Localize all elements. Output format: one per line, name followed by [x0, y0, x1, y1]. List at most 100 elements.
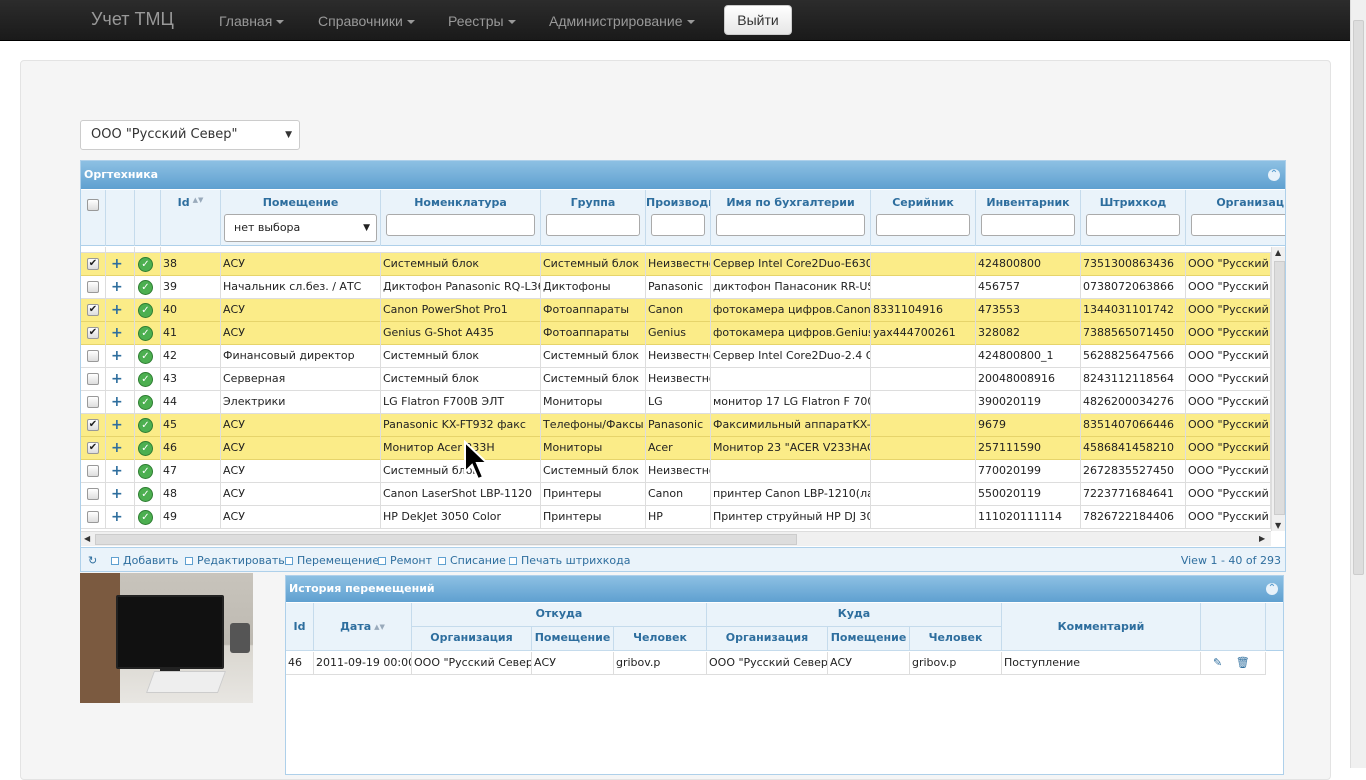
repair-button[interactable]: Ремонт: [378, 548, 432, 571]
brand-title[interactable]: Учет ТМЦ: [91, 9, 174, 30]
grid-vertical-scrollbar[interactable]: ▲ ▼: [1271, 247, 1285, 531]
expand-plus-icon[interactable]: +: [111, 299, 123, 321]
collapse-icon[interactable]: ⌃: [1268, 169, 1280, 181]
table-row[interactable]: + ✓ 39 Начальник сл.без. / АТС Диктофон Pana…: [81, 276, 1271, 299]
cell-serial: [871, 345, 976, 368]
table-row[interactable]: + ✓ 48 АСУ Canon LaserShot LBP-1120 Принтеры C…: [81, 483, 1271, 506]
delete-icon[interactable]: 🗑: [1236, 656, 1250, 669]
refresh-icon[interactable]: ↻: [88, 548, 97, 571]
expand-plus-icon[interactable]: +: [111, 391, 123, 413]
history-col-date[interactable]: Дата ▲▼: [314, 603, 412, 651]
table-row[interactable]: + ✓ 47 АСУ Системный блок Системный блок Неизв…: [81, 460, 1271, 483]
history-col-to-person[interactable]: Человек: [910, 627, 1002, 651]
edit-icon[interactable]: ✎: [1213, 656, 1222, 669]
add-button[interactable]: Добавить: [111, 548, 178, 571]
expand-plus-icon[interactable]: +: [111, 506, 123, 528]
history-col-from-person[interactable]: Человек: [614, 627, 707, 651]
expand-plus-icon[interactable]: +: [111, 368, 123, 390]
menu-registers[interactable]: Реестры: [448, 13, 516, 29]
row-checkbox[interactable]: [87, 465, 99, 477]
table-row[interactable]: [81, 247, 1271, 253]
header-nomenclature[interactable]: Номенклатура: [381, 190, 541, 246]
filter-maker-input[interactable]: [651, 214, 705, 236]
filter-inventory-input[interactable]: [981, 214, 1075, 236]
header-organization[interactable]: Организац: [1186, 190, 1285, 246]
cell-group: Системный блок: [541, 345, 646, 368]
row-checkbox[interactable]: [87, 373, 99, 385]
row-checkbox[interactable]: ✔: [87, 327, 99, 339]
history-col-from-room[interactable]: Помещение: [532, 627, 614, 651]
select-all-checkbox[interactable]: [87, 199, 99, 211]
table-row[interactable]: + ✓ 49 АСУ HP DekJet 3050 Color Принтеры HP При…: [81, 506, 1271, 529]
row-checkbox[interactable]: ✔: [87, 442, 99, 454]
table-row[interactable]: ✔ + ✓ 45 АСУ Panasonic KX-FT932 факс Телефоны/…: [81, 414, 1271, 437]
scroll-up-icon[interactable]: ▲: [1275, 248, 1281, 257]
table-row[interactable]: + ✓ 42 Финансовый директор Системный блок Сис…: [81, 345, 1271, 368]
scroll-right-icon[interactable]: ▶: [1259, 534, 1265, 543]
print-barcode-button[interactable]: Печать штрихкода: [509, 548, 631, 571]
collapse-icon[interactable]: ⌃: [1266, 583, 1278, 595]
history-col-to-org[interactable]: Организация: [707, 627, 828, 651]
cell-nom: Canon PowerShot Pro1: [381, 299, 541, 322]
header-serial[interactable]: Серийник: [871, 190, 976, 246]
expand-plus-icon[interactable]: +: [111, 460, 123, 482]
cell-barcode: 5628825647566: [1081, 345, 1186, 368]
write-off-button[interactable]: Списание: [438, 548, 506, 571]
expand-plus-icon[interactable]: +: [111, 276, 123, 298]
header-inventory[interactable]: Инвентарник: [976, 190, 1081, 246]
scroll-down-icon[interactable]: ▼: [1275, 521, 1281, 530]
filter-room-select[interactable]: нет выбора ▼: [224, 214, 377, 242]
header-accounting-name[interactable]: Имя по бухгалтерии: [711, 190, 871, 246]
expand-plus-icon[interactable]: +: [111, 253, 123, 275]
expand-plus-icon[interactable]: +: [111, 322, 123, 344]
expand-plus-icon[interactable]: +: [111, 414, 123, 436]
menu-administration[interactable]: Администрирование: [549, 13, 695, 29]
header-room[interactable]: Помещение нет выбора ▼: [221, 190, 381, 246]
filter-barcode-input[interactable]: [1086, 214, 1180, 236]
history-col-to-room[interactable]: Помещение: [828, 627, 910, 651]
scroll-left-icon[interactable]: ◀: [84, 534, 90, 543]
row-checkbox[interactable]: ✔: [87, 304, 99, 316]
filter-accounting-input[interactable]: [716, 214, 865, 236]
row-checkbox[interactable]: ✔: [87, 419, 99, 431]
move-button[interactable]: Перемещение: [285, 548, 379, 571]
page-scrollbar[interactable]: [1350, 0, 1366, 768]
table-row[interactable]: ✔ + ✓ 46 АСУ Монитор Acer 233H Мониторы Acer Мон…: [81, 437, 1271, 460]
history-col-from-org[interactable]: Организация: [412, 627, 532, 651]
row-checkbox[interactable]: ✔: [87, 258, 99, 270]
grid-vscroll-thumb[interactable]: [1274, 261, 1285, 515]
grid-hscroll-thumb[interactable]: [95, 534, 797, 545]
filter-organization-input[interactable]: [1191, 214, 1285, 236]
cell-org: ООО "Русский С: [1186, 460, 1271, 483]
row-checkbox[interactable]: [87, 350, 99, 362]
filter-nomenclature-input[interactable]: [386, 214, 535, 236]
history-col-id[interactable]: Id: [286, 603, 314, 651]
history-row[interactable]: 46 2011-09-19 00:00:00 ООО "Русский Севе…: [286, 652, 1266, 675]
expand-plus-icon[interactable]: +: [111, 345, 123, 367]
header-group[interactable]: Группа: [541, 190, 646, 246]
table-row[interactable]: + ✓ 44 Электрики LG Flatron F700B ЭЛТ Монитор…: [81, 391, 1271, 414]
row-checkbox[interactable]: [87, 488, 99, 500]
table-row[interactable]: ✔ + ✓ 40 АСУ Canon PowerShot Pro1 Фотоаппараты…: [81, 299, 1271, 322]
header-id[interactable]: Id ▲▼: [161, 190, 221, 246]
header-maker[interactable]: Производи: [646, 190, 711, 246]
organization-select[interactable]: ООО "Русский Север" ▼: [80, 120, 300, 150]
edit-button[interactable]: Редактировать: [185, 548, 285, 571]
logout-button[interactable]: Выйти: [724, 5, 792, 35]
table-row[interactable]: + ✓ 43 Серверная Системный блок Системный бло…: [81, 368, 1271, 391]
grid-horizontal-scrollbar[interactable]: ◀ ▶: [81, 531, 1271, 546]
menu-main[interactable]: Главная: [219, 13, 285, 29]
filter-group-input[interactable]: [546, 214, 640, 236]
table-row[interactable]: ✔ + ✓ 41 АСУ Genius G-Shot A435 Фотоаппараты Ge…: [81, 322, 1271, 345]
filter-serial-input[interactable]: [876, 214, 970, 236]
history-col-comment[interactable]: Комментарий: [1002, 603, 1201, 651]
header-barcode[interactable]: Штрихкод: [1081, 190, 1186, 246]
row-checkbox[interactable]: [87, 511, 99, 523]
menu-references[interactable]: Справочники: [318, 13, 415, 29]
expand-plus-icon[interactable]: +: [111, 437, 123, 459]
row-checkbox[interactable]: [87, 281, 99, 293]
row-checkbox[interactable]: [87, 396, 99, 408]
table-row[interactable]: ✔ + ✓ 38 АСУ Системный блок Системный блок Неиз…: [81, 253, 1271, 276]
page-scrollbar-thumb[interactable]: [1353, 20, 1364, 575]
expand-plus-icon[interactable]: +: [111, 483, 123, 505]
